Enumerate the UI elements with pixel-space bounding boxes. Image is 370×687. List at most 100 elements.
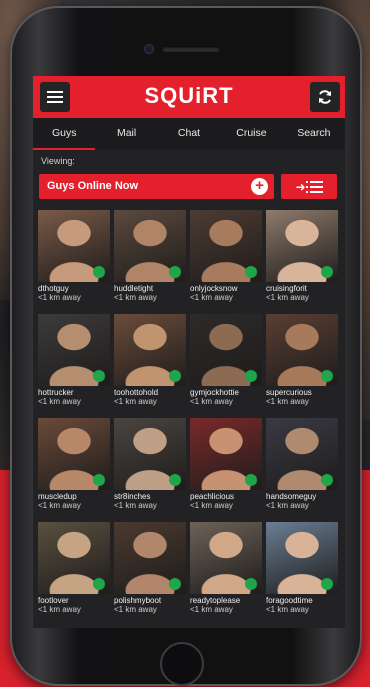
profile-distance: <1 km away (190, 293, 233, 302)
profile-photo[interactable] (190, 522, 262, 594)
plus-icon[interactable]: + (251, 178, 268, 195)
filter-label: Guys Online Now (47, 180, 139, 192)
profile-photo[interactable] (38, 522, 110, 594)
online-status-icon (245, 266, 257, 278)
profile-distance: <1 km away (266, 501, 309, 510)
earpiece-speaker (162, 46, 220, 52)
profile-photo[interactable] (190, 314, 262, 386)
app-screen: SQUiRT Guys Mail Chat Cruise Search View… (33, 76, 345, 628)
profile-photo[interactable] (266, 522, 338, 594)
profile-photo[interactable] (190, 210, 262, 282)
profile-username: toohottohold (114, 388, 159, 397)
profile-username: hottrucker (38, 388, 74, 397)
profile-card[interactable]: peachlicious <1 km away (190, 418, 262, 510)
online-status-icon (245, 578, 257, 590)
online-status-icon (245, 370, 257, 382)
profile-photo[interactable] (114, 418, 186, 490)
profile-username: supercurious (266, 388, 312, 397)
profile-card[interactable]: dthotguy <1 km away (38, 210, 110, 302)
list-view-button[interactable]: ➜ (281, 174, 337, 199)
profile-card[interactable]: polishmyboot <1 km away (114, 522, 186, 614)
online-status-icon (321, 474, 333, 486)
tab-bar: Guys Mail Chat Cruise Search (33, 118, 345, 150)
tab-cruise[interactable]: Cruise (220, 118, 282, 150)
online-status-icon (93, 266, 105, 278)
online-status-icon (321, 578, 333, 590)
online-status-icon (93, 578, 105, 590)
tab-search[interactable]: Search (283, 118, 345, 150)
profile-username: polishmyboot (114, 596, 162, 605)
profile-photo[interactable] (114, 210, 186, 282)
profile-card[interactable]: footlover <1 km away (38, 522, 110, 614)
profile-distance: <1 km away (266, 293, 309, 302)
online-status-icon (169, 370, 181, 382)
profile-distance: <1 km away (38, 605, 81, 614)
list-icon (305, 180, 323, 193)
profile-username: foragoodtime (266, 596, 313, 605)
online-status-icon (169, 474, 181, 486)
app-logo: SQUiRT (144, 83, 234, 108)
profile-username: peachlicious (190, 492, 235, 501)
profile-distance: <1 km away (114, 501, 157, 510)
refresh-icon (319, 90, 331, 104)
profile-photo[interactable] (266, 418, 338, 490)
profile-photo[interactable] (114, 522, 186, 594)
profile-username: cruisingforit (266, 284, 307, 293)
online-status-icon (321, 266, 333, 278)
profile-username: str8inches (114, 492, 151, 501)
online-status-icon (245, 474, 257, 486)
profile-username: handsomeguy (266, 492, 317, 501)
online-status-icon (169, 266, 181, 278)
profile-card[interactable]: onlyjocksnow <1 km away (190, 210, 262, 302)
profile-distance: <1 km away (114, 605, 157, 614)
tab-mail[interactable]: Mail (95, 118, 157, 150)
profile-distance: <1 km away (38, 501, 81, 510)
profile-card[interactable]: hottrucker <1 km away (38, 314, 110, 406)
profile-card[interactable]: cruisingforit <1 km away (266, 210, 338, 302)
profile-username: muscledup (38, 492, 77, 501)
profile-distance: <1 km away (266, 605, 309, 614)
profile-distance: <1 km away (38, 293, 81, 302)
profile-distance: <1 km away (190, 605, 233, 614)
profile-distance: <1 km away (38, 397, 81, 406)
profile-card[interactable]: huddletight <1 km away (114, 210, 186, 302)
profile-username: dthotguy (38, 284, 69, 293)
filter-dropdown[interactable]: Guys Online Now + (39, 174, 274, 199)
profile-card[interactable]: supercurious <1 km away (266, 314, 338, 406)
profile-username: readytoplease (190, 596, 241, 605)
profile-distance: <1 km away (190, 397, 233, 406)
profile-photo[interactable] (266, 210, 338, 282)
profile-card[interactable]: gymjockhottie <1 km away (190, 314, 262, 406)
refresh-button[interactable] (310, 82, 340, 112)
profile-photo[interactable] (114, 314, 186, 386)
arrow-right-icon: ➜ (295, 179, 306, 194)
profile-card[interactable]: str8inches <1 km away (114, 418, 186, 510)
tab-guys[interactable]: Guys (33, 118, 96, 150)
profile-username: footlover (38, 596, 69, 605)
profile-photo[interactable] (38, 418, 110, 490)
profile-username: onlyjocksnow (190, 284, 238, 293)
profile-photo[interactable] (38, 210, 110, 282)
profile-distance: <1 km away (114, 397, 157, 406)
front-camera (144, 44, 154, 54)
online-status-icon (93, 474, 105, 486)
profile-distance: <1 km away (266, 397, 309, 406)
profile-username: gymjockhottie (190, 388, 239, 397)
online-status-icon (169, 578, 181, 590)
profile-card[interactable]: handsomeguy <1 km away (266, 418, 338, 510)
profile-photo[interactable] (190, 418, 262, 490)
top-bar: SQUiRT (33, 76, 345, 118)
profile-photo[interactable] (266, 314, 338, 386)
online-status-icon (93, 370, 105, 382)
profile-card[interactable]: foragoodtime <1 km away (266, 522, 338, 614)
profile-distance: <1 km away (114, 293, 157, 302)
profile-photo[interactable] (38, 314, 110, 386)
home-button[interactable] (160, 642, 204, 686)
profile-distance: <1 km away (190, 501, 233, 510)
tab-chat[interactable]: Chat (158, 118, 220, 150)
online-status-icon (321, 370, 333, 382)
profile-card[interactable]: toohottohold <1 km away (114, 314, 186, 406)
profile-username: huddletight (114, 284, 154, 293)
profile-card[interactable]: muscledup <1 km away (38, 418, 110, 510)
profile-card[interactable]: readytoplease <1 km away (190, 522, 262, 614)
